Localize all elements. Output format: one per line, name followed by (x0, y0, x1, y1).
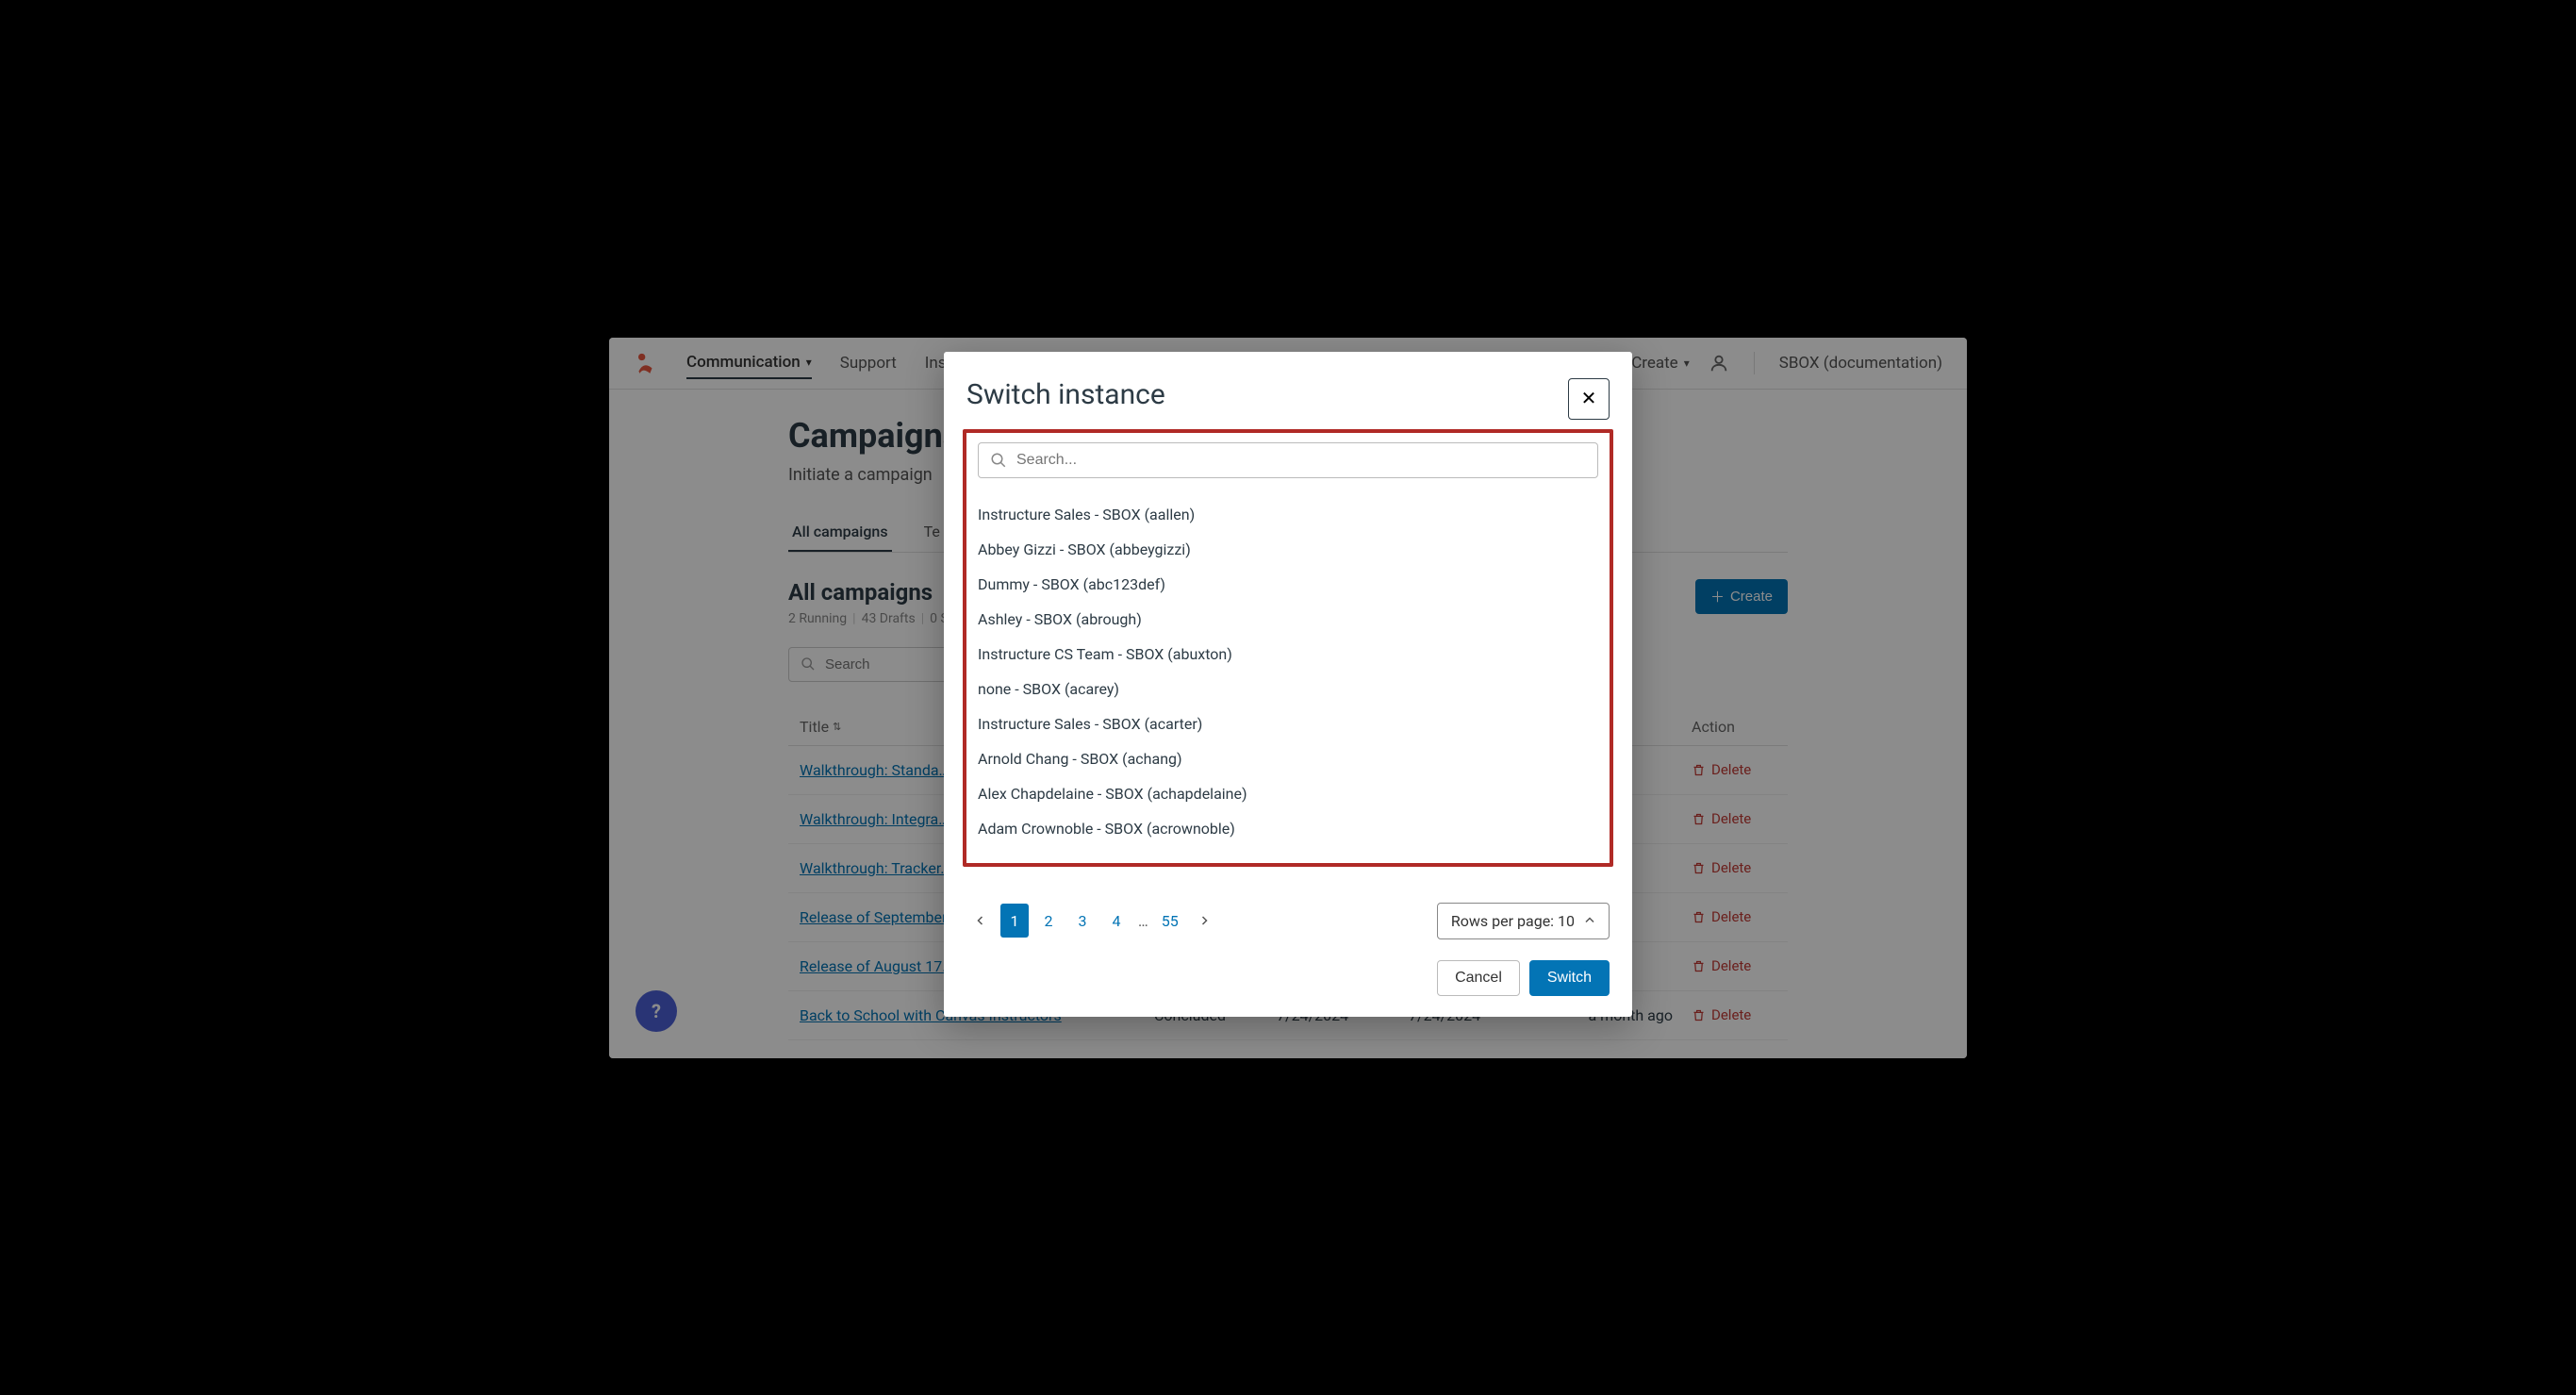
chevron-left-icon (975, 915, 986, 926)
close-button[interactable]: ✕ (1568, 378, 1610, 420)
instance-item[interactable]: Instructure Sales - SBOX (aallen) (978, 497, 1598, 532)
page-next[interactable] (1190, 904, 1218, 938)
instance-search[interactable] (978, 442, 1598, 478)
rows-per-page-label: Rows per page: 10 (1451, 912, 1575, 930)
page-number[interactable]: 3 (1068, 904, 1097, 938)
instance-item[interactable]: Dummy - SBOX (abc123def) (978, 567, 1598, 602)
page-number[interactable]: 2 (1034, 904, 1063, 938)
cancel-button[interactable]: Cancel (1437, 960, 1520, 996)
instance-list: Instructure Sales - SBOX (aallen)Abbey G… (978, 497, 1598, 846)
instance-item[interactable]: Alex Chapdelaine - SBOX (achapdelaine) (978, 776, 1598, 811)
pagination: 1234 … 55 (966, 904, 1218, 938)
instance-item[interactable]: Abbey Gizzi - SBOX (abbeygizzi) (978, 532, 1598, 567)
highlight-annotation: Instructure Sales - SBOX (aallen)Abbey G… (963, 429, 1613, 867)
instance-item[interactable]: Adam Crownoble - SBOX (acrownoble) (978, 811, 1598, 846)
search-icon (990, 452, 1007, 469)
instance-item[interactable]: Instructure Sales - SBOX (acarter) (978, 706, 1598, 741)
chevron-up-icon (1584, 915, 1595, 926)
page-prev[interactable] (966, 904, 995, 938)
page-ellipsis: … (1136, 912, 1150, 930)
switch-instance-modal: Switch instance ✕ Instructure Sales - SB… (944, 352, 1632, 1017)
instance-item[interactable]: Instructure CS Team - SBOX (abuxton) (978, 637, 1598, 672)
instance-item[interactable]: Ashley - SBOX (abrough) (978, 602, 1598, 637)
page-number[interactable]: 1 (1000, 904, 1029, 938)
chevron-right-icon (1198, 915, 1210, 926)
instance-item[interactable]: none - SBOX (acarey) (978, 672, 1598, 706)
close-icon: ✕ (1581, 387, 1597, 410)
rows-per-page[interactable]: Rows per page: 10 (1437, 903, 1610, 939)
page-number[interactable]: 4 (1102, 904, 1131, 938)
instance-item[interactable]: Arnold Chang - SBOX (achang) (978, 741, 1598, 776)
instance-search-input[interactable] (1016, 452, 1586, 469)
switch-button[interactable]: Switch (1529, 960, 1610, 996)
modal-title: Switch instance (966, 378, 1165, 411)
page-number[interactable]: 55 (1156, 904, 1184, 938)
